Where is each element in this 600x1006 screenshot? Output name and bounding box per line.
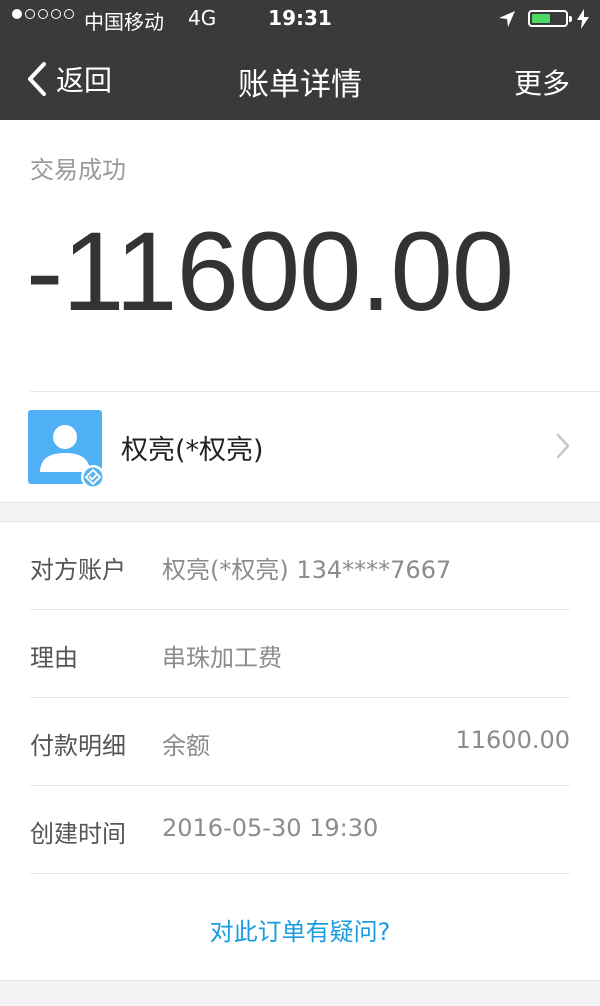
payment-amount: 11600.00: [455, 726, 570, 754]
battery-icon: [528, 10, 572, 27]
verified-badge-icon: [81, 465, 105, 489]
detail-label: 理由: [30, 644, 78, 672]
order-question-link[interactable]: 对此订单有疑问?: [0, 912, 600, 947]
charging-bolt-icon: [577, 9, 589, 29]
battery-level: [532, 14, 550, 23]
navigation-bar: 返回 账单详情 更多: [0, 38, 600, 120]
detail-value: 权亮(*权亮) 134****7667: [162, 556, 452, 584]
page-title: 账单详情: [238, 67, 362, 103]
top-bar: 中国移动 4G 19:31 返回 账单详情 更多: [0, 0, 600, 120]
detail-label: 付款明细: [30, 732, 126, 760]
transaction-amount: -11600.00: [26, 209, 514, 334]
detail-row-created: 创建时间 2016-05-30 19:30: [0, 786, 600, 874]
detail-row-reason: 理由 串珠加工费: [0, 610, 600, 698]
detail-row-payment: 付款明细 余额 11600.00: [0, 698, 600, 786]
detail-value: 2016-05-30 19:30: [162, 814, 379, 842]
more-button[interactable]: 更多: [514, 62, 570, 102]
detail-label: 对方账户: [30, 556, 126, 584]
detail-label: 创建时间: [30, 820, 126, 848]
detail-value: 串珠加工费: [162, 644, 282, 672]
location-arrow-icon: [499, 11, 515, 27]
payee-row[interactable]: 权亮(*权亮): [0, 392, 600, 502]
transaction-details: 对方账户 权亮(*权亮) 134****7667 理由 串珠加工费 付款明细 余…: [0, 521, 600, 981]
status-bar: 中国移动 4G 19:31: [0, 0, 600, 38]
row-separator: [30, 873, 570, 874]
detail-row-account: 对方账户 权亮(*权亮) 134****7667: [0, 522, 600, 610]
battery-nub: [569, 16, 572, 22]
transaction-summary: 交易成功 -11600.00 权亮(*权亮): [0, 120, 600, 503]
detail-value: 余额: [162, 732, 210, 760]
payee-name: 权亮(*权亮): [121, 435, 264, 466]
transaction-status: 交易成功: [30, 156, 126, 184]
chevron-right-icon: [556, 433, 570, 459]
